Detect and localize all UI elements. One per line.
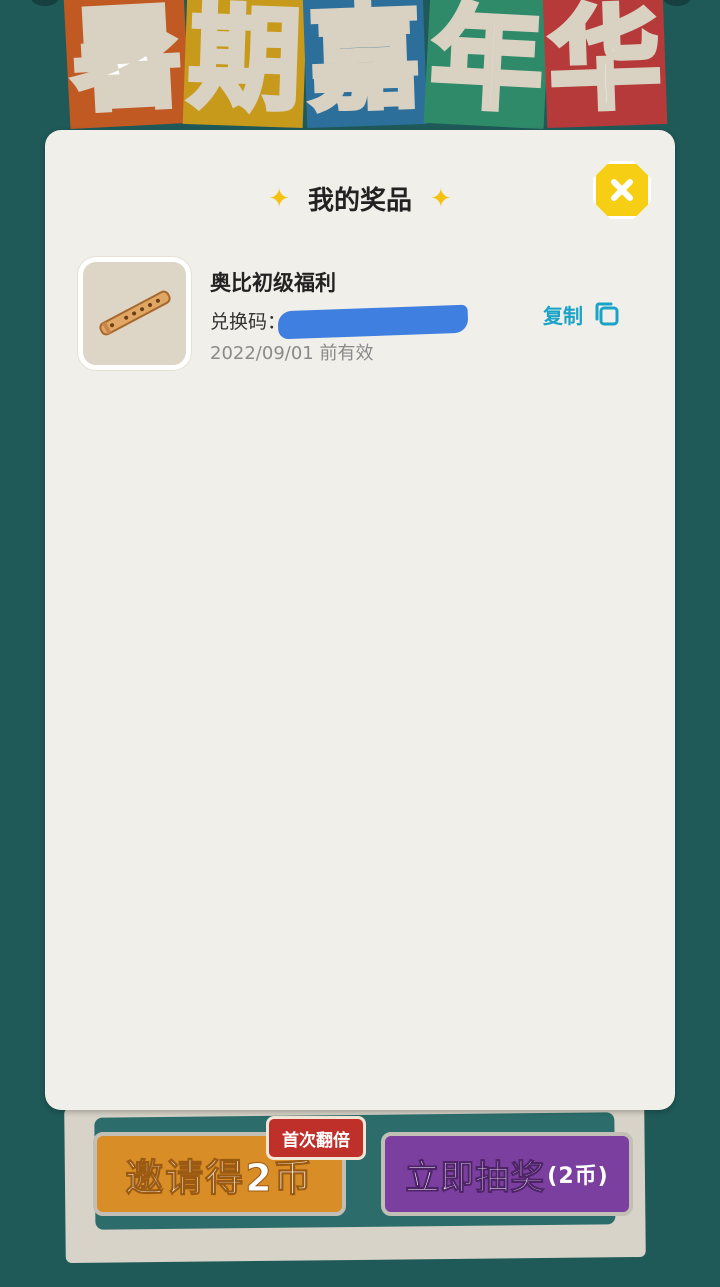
bamboo-flute-icon: [99, 290, 171, 336]
title-char: 华: [542, 0, 668, 129]
copy-button[interactable]: 复制: [543, 297, 621, 331]
title-char: 期: [182, 0, 308, 129]
draw-button-label: 立即抽奖: [405, 1157, 546, 1198]
redeem-code-row: 兑换码：: [210, 304, 469, 340]
prize-list-item: 奥比初级福利 兑换码： 2022/09/01 前有效 复制: [78, 257, 638, 372]
double-badge: 首次翻倍: [266, 1116, 366, 1160]
sparkle-icon: ✦: [268, 183, 290, 214]
close-button[interactable]: [593, 161, 651, 219]
title-char: 嘉: [302, 0, 428, 129]
title-char: 年: [423, 0, 551, 130]
close-x-icon: [611, 179, 633, 201]
modal-title: 我的奖品: [307, 186, 412, 216]
sparkle-icon: ✦: [430, 183, 452, 214]
prize-name: 奥比初级福利: [210, 271, 336, 295]
my-prizes-modal: ✦ 我的奖品 ✦ 奥比初级福利 兑换码： 2022/09/01 前有效 复制: [45, 130, 675, 1110]
title-char: 暑: [63, 0, 191, 130]
draw-button-cost: (2币): [547, 1164, 609, 1189]
redacted-code-mask: [277, 304, 469, 340]
copy-label: 复制: [543, 303, 583, 328]
background-title-banner: 暑 期 嘉 年 华: [55, 0, 675, 135]
draw-lottery-button[interactable]: 立即抽奖 (2币): [381, 1132, 633, 1216]
prize-thumbnail: [78, 257, 191, 370]
copy-icon: [595, 302, 619, 326]
prize-expiry: 2022/09/01 前有效: [210, 343, 374, 364]
modal-header: ✦ 我的奖品 ✦: [45, 180, 675, 217]
redeem-code-label: 兑换码：: [210, 310, 287, 333]
